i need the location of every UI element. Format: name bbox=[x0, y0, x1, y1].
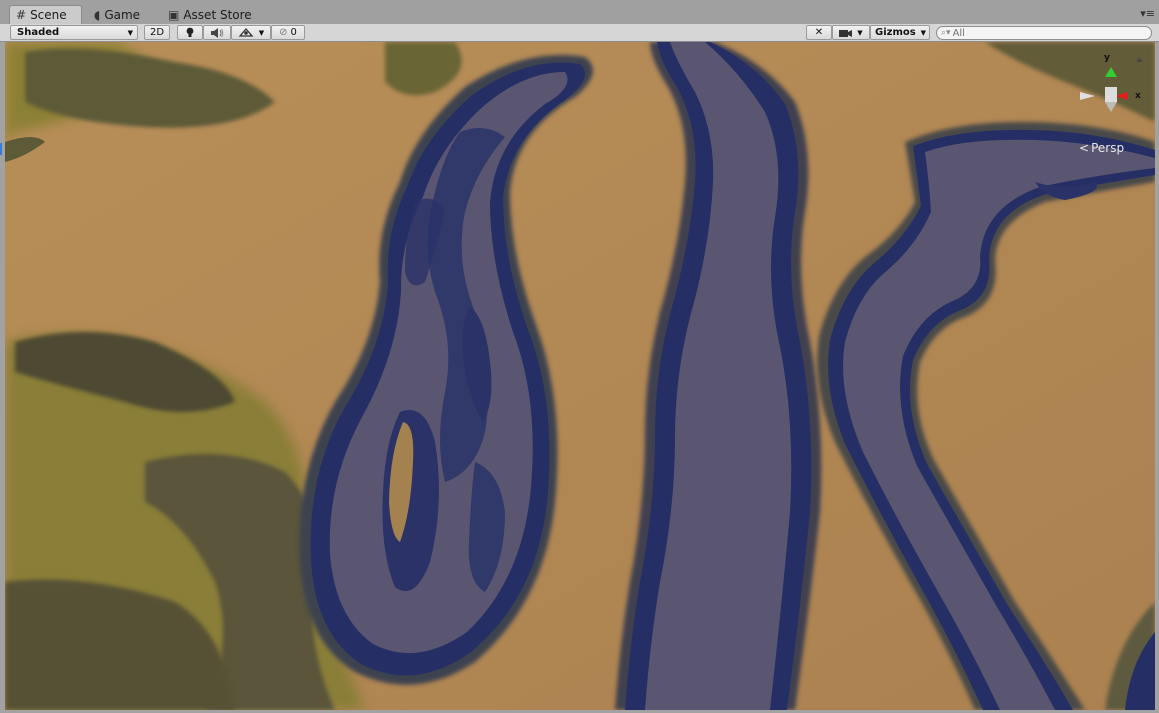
gizmos-dropdown[interactable]: Gizmos ▼ bbox=[870, 25, 930, 40]
projection-label: Persp bbox=[1091, 141, 1125, 155]
2d-mode-label: 2D bbox=[149, 27, 165, 38]
scene-audio-toggle[interactable] bbox=[203, 25, 231, 40]
tools-button[interactable]: ✕ bbox=[806, 25, 832, 40]
pacman-icon: ◖ bbox=[94, 7, 101, 22]
bag-icon: ▣ bbox=[168, 7, 180, 22]
tab-game[interactable]: ◖ Game bbox=[88, 5, 156, 24]
scene-toolbar: Shaded ▼ 2D ▼ ⊘ 0 ✕ ▼ Gizmos ▼ ⌕▾ All bbox=[0, 24, 1159, 42]
tab-asset-store-label: Asset Store bbox=[183, 7, 252, 22]
gizmos-label: Gizmos bbox=[875, 27, 916, 38]
axis-gizmo-icon bbox=[1080, 67, 1128, 112]
scene-effects-dropdown[interactable]: ▼ bbox=[231, 25, 271, 40]
2d-mode-button[interactable]: 2D bbox=[144, 25, 170, 40]
lightbulb-icon bbox=[186, 27, 194, 37]
eye-slash-icon: ⊘ bbox=[279, 27, 288, 38]
projection-toggle[interactable]: < Persp bbox=[1079, 141, 1124, 155]
grid-icon: # bbox=[16, 8, 27, 22]
scene-viewport[interactable]: 🔒︎ y x < Persp bbox=[5, 42, 1155, 710]
tab-game-label: Game bbox=[104, 7, 141, 22]
effects-dropdown-arrow-icon: ▼ bbox=[258, 28, 265, 37]
tab-options-menu-icon[interactable]: ▾≡ bbox=[1140, 7, 1155, 20]
camera-dropdown-arrow-icon: ▼ bbox=[857, 28, 863, 37]
speaker-icon bbox=[211, 27, 224, 38]
scene-search-field[interactable]: ⌕▾ bbox=[936, 26, 1152, 40]
chevron-left-icon: < bbox=[1079, 141, 1090, 155]
search-icon: ⌕▾ bbox=[941, 28, 951, 38]
scene-orientation-gizmo[interactable]: y x bbox=[1070, 52, 1155, 142]
tab-scene-label: Scene bbox=[30, 8, 67, 22]
gizmos-dropdown-arrow-icon: ▼ bbox=[920, 28, 926, 37]
hidden-objects-toggle[interactable]: ⊘ 0 bbox=[271, 25, 305, 40]
crossed-tools-icon: ✕ bbox=[814, 27, 824, 38]
tab-asset-store[interactable]: ▣ Asset Store bbox=[162, 5, 262, 24]
gizmo-x-label: x bbox=[1135, 91, 1141, 101]
scene-lighting-toggle[interactable] bbox=[177, 25, 203, 40]
tab-scene[interactable]: # Scene bbox=[9, 5, 82, 24]
camera-settings-dropdown[interactable]: ▼ bbox=[832, 25, 870, 40]
terrain-view bbox=[5, 42, 1155, 710]
tab-bar: # Scene ◖ Game ▣ Asset Store ▾≡ bbox=[0, 0, 1159, 24]
scene-search-input[interactable] bbox=[952, 27, 1133, 39]
gizmo-y-label: y bbox=[1104, 53, 1110, 63]
dropdown-arrow-icon: ▼ bbox=[127, 28, 133, 37]
camera-icon bbox=[839, 29, 853, 37]
hidden-objects-count: 0 bbox=[290, 27, 297, 38]
shading-mode-dropdown[interactable]: Shaded ▼ bbox=[10, 25, 138, 40]
shading-mode-value: Shaded bbox=[17, 27, 60, 38]
unity-scene-window: # Scene ◖ Game ▣ Asset Store ▾≡ Shaded ▼… bbox=[0, 0, 1159, 713]
effects-icon bbox=[238, 28, 254, 37]
window-edge-marker bbox=[0, 143, 2, 155]
